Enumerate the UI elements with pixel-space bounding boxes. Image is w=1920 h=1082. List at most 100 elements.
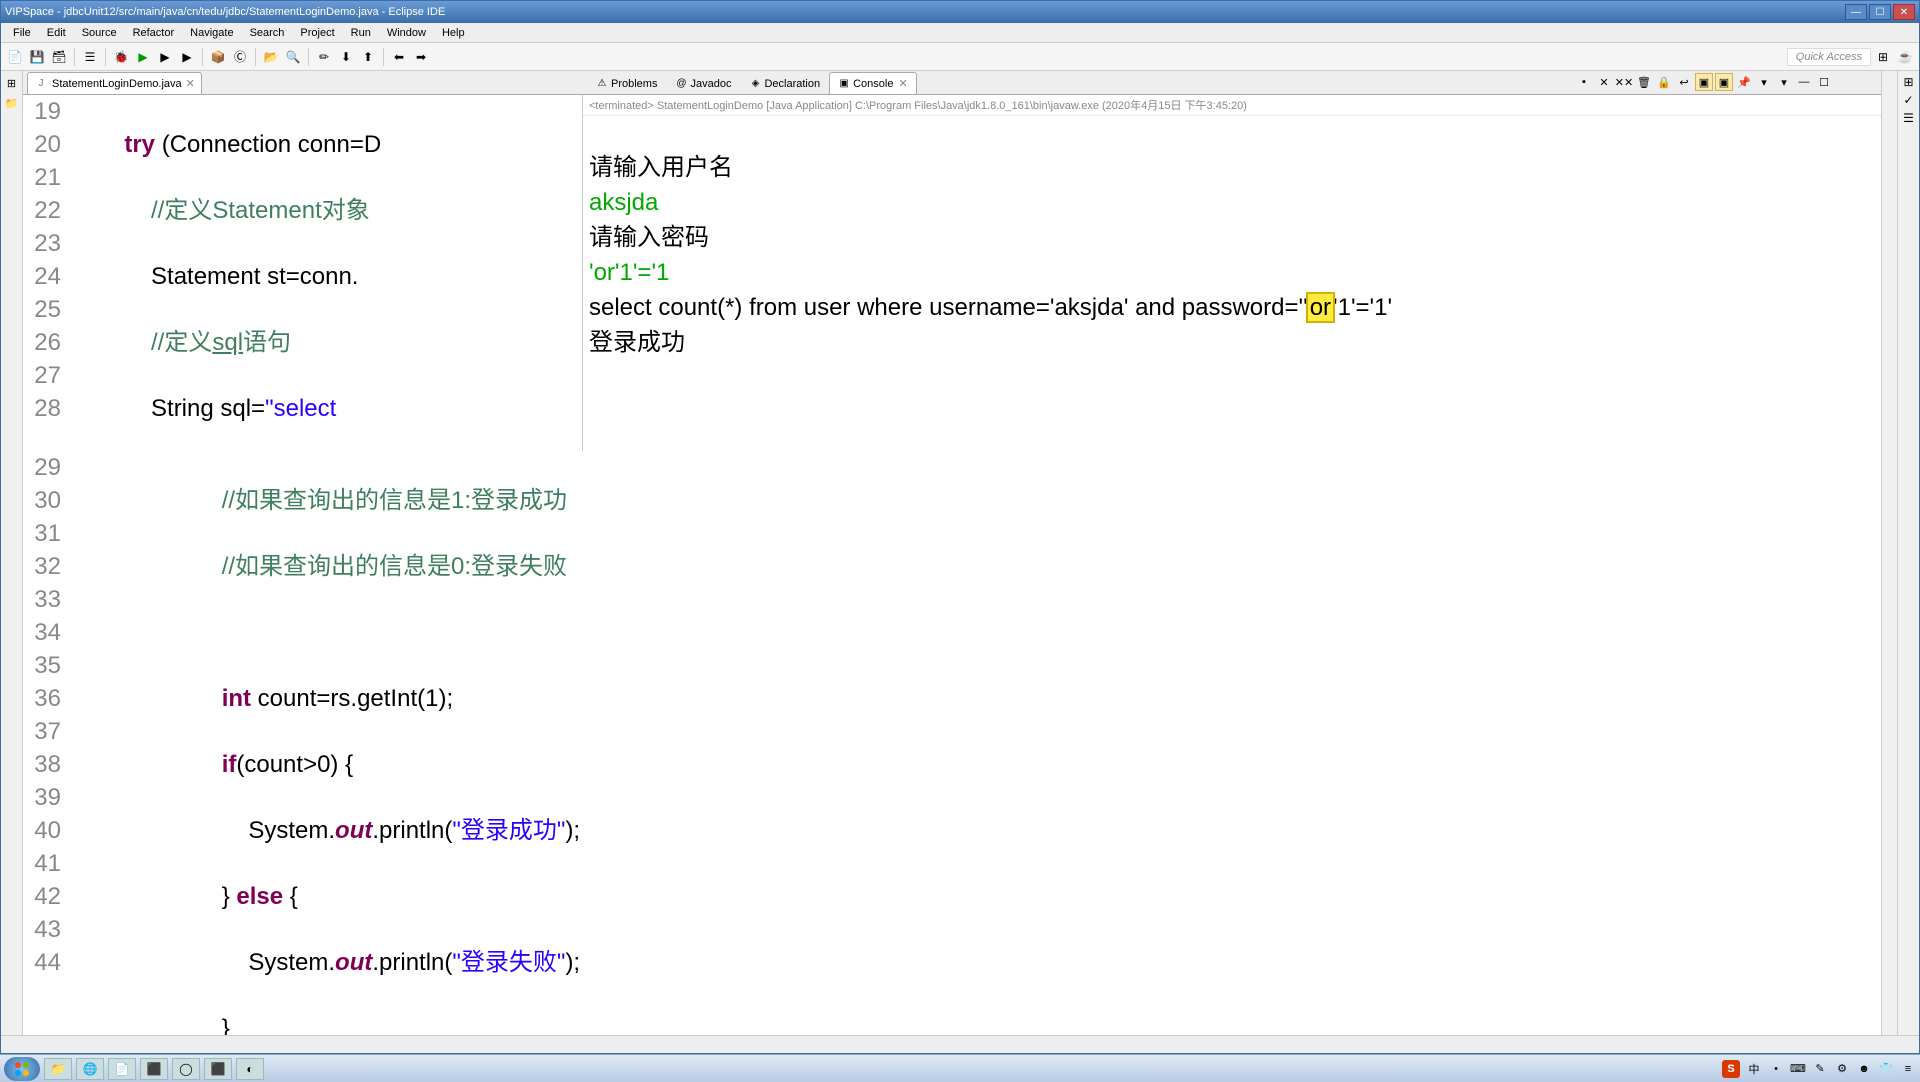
- run-icon[interactable]: ▶: [133, 47, 153, 67]
- debug-icon[interactable]: 🐞: [111, 47, 131, 67]
- close-icon[interactable]: ✕: [186, 77, 195, 90]
- maximize-button[interactable]: ☐: [1869, 4, 1891, 20]
- ime-more-icon[interactable]: ≡: [1900, 1061, 1916, 1077]
- menu-edit[interactable]: Edit: [39, 25, 74, 41]
- separator: [202, 48, 203, 66]
- back-icon[interactable]: ⬅: [389, 47, 409, 67]
- taskbar-item[interactable]: ◐: [236, 1058, 264, 1080]
- left-trim-bar: ⊞ 📁: [1, 71, 23, 1035]
- separator: [255, 48, 256, 66]
- menu-search[interactable]: Search: [242, 25, 293, 41]
- new-package-icon[interactable]: 📦: [208, 47, 228, 67]
- toggle-breadcrumb-icon[interactable]: ☰: [80, 47, 100, 67]
- maximize-view-icon[interactable]: ☐: [1815, 73, 1833, 91]
- window-title: VIPSpace - jdbcUnit12/src/main/java/cn/t…: [5, 6, 1843, 18]
- ime-face-icon[interactable]: ☻: [1856, 1061, 1872, 1077]
- toggle-mark-icon[interactable]: ✏: [314, 47, 334, 67]
- separator: [105, 48, 106, 66]
- menu-run[interactable]: Run: [343, 25, 379, 41]
- ime-softkbd-icon[interactable]: ⌨: [1790, 1061, 1806, 1077]
- highlight-or: or: [1308, 294, 1333, 321]
- menu-project[interactable]: Project: [292, 25, 342, 41]
- minimize-view-icon[interactable]: —: [1795, 73, 1813, 91]
- display-selected-icon[interactable]: ▾: [1755, 73, 1773, 91]
- code-pane-lower[interactable]: 29 30 31 32 33 34 35 36 37 38 39 40 41 4…: [23, 451, 1881, 1035]
- taskbar-item[interactable]: ⬛: [140, 1058, 168, 1080]
- menu-window[interactable]: Window: [379, 25, 434, 41]
- menu-navigate[interactable]: Navigate: [182, 25, 241, 41]
- code-pane-upper[interactable]: 19 20 21 22 23 24 25 26 27 28 try (Conne: [23, 95, 583, 451]
- next-annotation-icon[interactable]: ⬇: [336, 47, 356, 67]
- run-last-icon[interactable]: ▶: [177, 47, 197, 67]
- window-close-button[interactable]: ✕: [1893, 4, 1915, 20]
- save-icon[interactable]: 💾: [27, 47, 47, 67]
- ime-tool-icon[interactable]: ✎: [1812, 1061, 1828, 1077]
- separator: [383, 48, 384, 66]
- console-toolbar: ▪ ✕ ✕✕ 🗑 🔒 ↩ ▣ ▣ 📌 ▾ ▾ — ☐: [1575, 73, 1833, 91]
- windows-logo-icon: [13, 1060, 31, 1078]
- console-vscroll[interactable]: [1881, 71, 1897, 451]
- code-content[interactable]: //如果查询出的信息是1:登录成功 //如果查询出的信息是0:登录失败 int …: [111, 451, 1881, 1035]
- menu-refactor[interactable]: Refactor: [125, 25, 183, 41]
- task-list-icon[interactable]: ✓: [1903, 93, 1913, 107]
- remove-all-icon[interactable]: ✕✕: [1615, 73, 1633, 91]
- menu-source[interactable]: Source: [74, 25, 125, 41]
- taskbar-item[interactable]: 📁: [44, 1058, 72, 1080]
- new-class-icon[interactable]: Ⓒ: [230, 47, 250, 67]
- show-on-output-icon[interactable]: ▣: [1695, 73, 1713, 91]
- forward-icon[interactable]: ➡: [411, 47, 431, 67]
- open-console-icon[interactable]: ▾: [1775, 73, 1793, 91]
- clear-console-icon[interactable]: 🗑: [1635, 73, 1653, 91]
- prev-annotation-icon[interactable]: ⬆: [358, 47, 378, 67]
- workspace: ⊞ 📁 J StatementLoginDemo.java ✕: [1, 71, 1919, 1035]
- menu-help[interactable]: Help: [434, 25, 473, 41]
- ime-punct-icon[interactable]: •: [1768, 1061, 1784, 1077]
- quick-access-input[interactable]: Quick Access: [1787, 48, 1871, 66]
- ime-skin-icon[interactable]: 👕: [1878, 1061, 1894, 1077]
- code-content[interactable]: try (Connection conn=D //定义Statement对象 S…: [67, 95, 582, 451]
- console-pane: ⚠Problems @Javadoc ◈Declaration ▣Console…: [583, 71, 1881, 451]
- main-toolbar: 📄 💾 🗃 ☰ 🐞 ▶ ▶ ▶ 📦 Ⓒ 📂 🔍 ✏ ⬇ ⬆ ⬅ ➡ Quick …: [1, 43, 1919, 71]
- restore-view-icon[interactable]: ⊞: [1903, 75, 1913, 89]
- tab-javadoc[interactable]: @Javadoc: [666, 72, 740, 94]
- tab-console[interactable]: ▣Console✕: [829, 72, 917, 94]
- declaration-icon: ◈: [749, 78, 761, 90]
- editor-area: J StatementLoginDemo.java ✕ 19 20 21 22 …: [23, 71, 1897, 1035]
- word-wrap-icon[interactable]: ↩: [1675, 73, 1693, 91]
- taskbar-item[interactable]: ◯: [172, 1058, 200, 1080]
- save-all-icon[interactable]: 🗃: [49, 47, 69, 67]
- terminate-disabled-icon: ▪: [1575, 73, 1593, 91]
- editor-vscroll[interactable]: [1881, 451, 1897, 1035]
- coverage-icon[interactable]: ▶: [155, 47, 175, 67]
- scroll-lock-icon[interactable]: 🔒: [1655, 73, 1673, 91]
- taskbar-item[interactable]: 🌐: [76, 1058, 104, 1080]
- new-icon[interactable]: 📄: [5, 47, 25, 67]
- open-type-icon[interactable]: 📂: [261, 47, 281, 67]
- start-button[interactable]: [4, 1057, 40, 1081]
- java-perspective-icon[interactable]: ☕: [1895, 47, 1915, 67]
- ime-sogou-icon[interactable]: S: [1722, 1060, 1740, 1078]
- close-icon[interactable]: ✕: [898, 77, 907, 90]
- console-icon: ▣: [838, 78, 850, 90]
- package-explorer-icon[interactable]: 📁: [4, 95, 20, 111]
- taskbar-item[interactable]: ⬛: [204, 1058, 232, 1080]
- search-icon[interactable]: 🔍: [283, 47, 303, 67]
- outline-icon[interactable]: ☰: [1903, 111, 1914, 125]
- menu-file[interactable]: File: [5, 25, 39, 41]
- restore-view-icon[interactable]: ⊞: [4, 75, 20, 91]
- editor-tab-statementlogindemo[interactable]: J StatementLoginDemo.java ✕: [27, 72, 202, 94]
- console-output[interactable]: 请输入用户名 aksjda 请输入密码 'or'1'='1 select cou…: [583, 116, 1881, 451]
- show-on-error-icon[interactable]: ▣: [1715, 73, 1733, 91]
- ime-lang-icon[interactable]: 中: [1746, 1061, 1762, 1077]
- minimize-button[interactable]: —: [1845, 4, 1867, 20]
- remove-launch-icon[interactable]: ✕: [1595, 73, 1613, 91]
- tab-declaration[interactable]: ◈Declaration: [740, 72, 829, 94]
- open-perspective-icon[interactable]: ⊞: [1873, 47, 1893, 67]
- java-file-icon: J: [34, 77, 48, 91]
- ime-settings-icon[interactable]: ⚙: [1834, 1061, 1850, 1077]
- system-tray: S 中 • ⌨ ✎ ⚙ ☻ 👕 ≡: [1722, 1060, 1916, 1078]
- pin-console-icon[interactable]: 📌: [1735, 73, 1753, 91]
- problems-icon: ⚠: [596, 78, 608, 90]
- taskbar-item[interactable]: 📄: [108, 1058, 136, 1080]
- tab-problems[interactable]: ⚠Problems: [587, 72, 666, 94]
